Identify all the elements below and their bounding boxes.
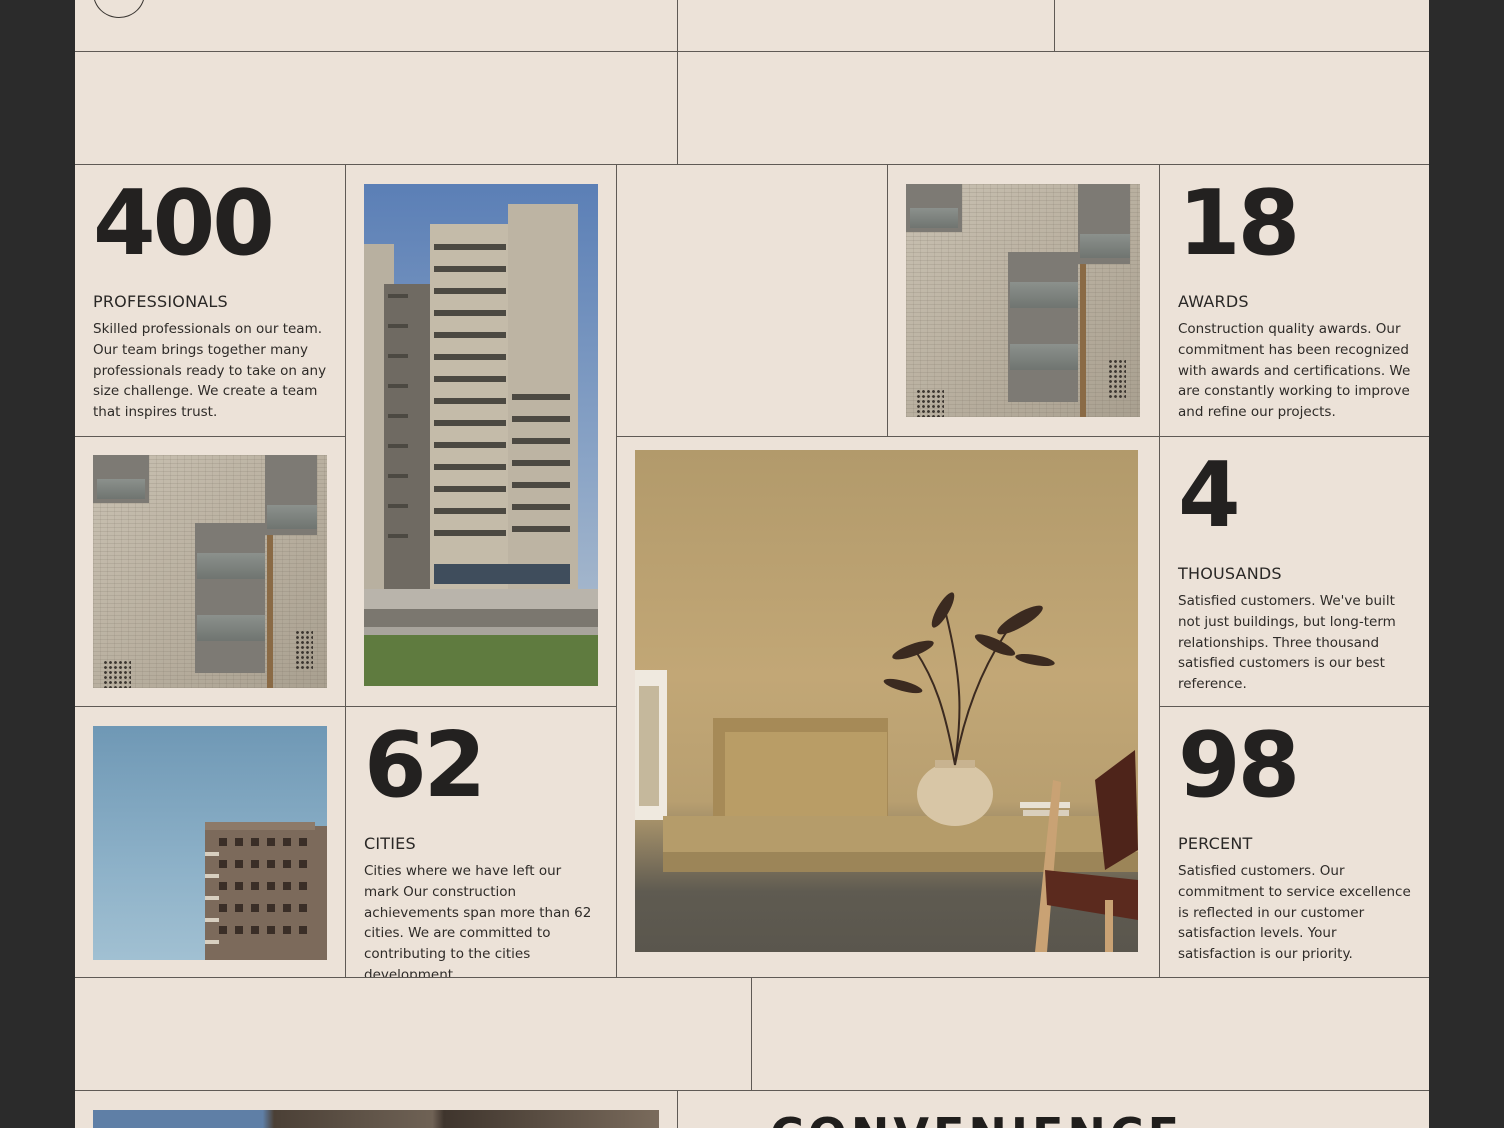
grid-line [887,164,888,436]
balcony [1080,264,1086,417]
grid-line [677,0,678,164]
stat-number: 62 [364,713,486,818]
grid-line [677,1090,678,1128]
stats-page: 400 PROFESSIONALS Skilled professionals … [75,0,1429,1128]
stat-number: 4 [1178,443,1241,548]
stat-number: 18 [1178,171,1300,276]
tower-illustration [364,204,598,686]
balcony [267,505,317,529]
stat-description: Satisfied customers. Our commitment to s… [1178,863,1411,963]
stat-description: Cities where we have left our mark Our c… [364,863,592,977]
stat-label: PROFESSIONALS [93,292,228,311]
stat-description: Skilled professionals on our team. Our t… [93,321,327,421]
brick-pattern [103,660,131,688]
balcony [1008,252,1078,402]
balcony [197,553,265,579]
stat-description: Construction quality awards. Our commitm… [1178,321,1411,421]
skyline-photo [93,726,327,960]
grid-line [616,164,617,977]
stat-professionals: 400 PROFESSIONALS Skilled professionals … [75,165,345,436]
circle-icon[interactable] [93,0,145,18]
facade-photo-top [906,184,1140,417]
balcony [195,523,265,673]
brick-pattern [295,630,313,670]
section-title: CONVENIENCE [770,1108,1183,1128]
balcony [267,535,273,688]
skyline-illustration [205,822,327,960]
grid-line [1054,0,1055,51]
bottom-photo [93,1110,659,1128]
balcony [1080,234,1130,258]
grid-line [75,51,1429,52]
stat-cities: 62 CITIES Cities where we have left our … [346,707,616,978]
interior-illustration [635,592,1138,952]
stat-number: 98 [1178,713,1300,818]
stat-label: PERCENT [1178,834,1253,853]
brick-pattern [916,389,944,417]
stat-label: AWARDS [1178,292,1249,311]
stat-label: CITIES [364,834,416,853]
stat-label: THOUSANDS [1178,564,1282,583]
balcony [1010,282,1078,308]
balcony [910,208,958,228]
brick-pattern [1108,359,1126,399]
grid-line [75,1090,1429,1091]
tower-photo [364,184,598,686]
interior-photo [635,450,1138,952]
stat-description: Satisfied customers. We've built not jus… [1178,593,1396,693]
stat-thousands: 4 THOUSANDS Satisfied customers. We've b… [1160,437,1429,706]
stat-percent: 98 PERCENT Satisfied customers. Our comm… [1160,707,1429,977]
stat-awards: 18 AWARDS Construction quality awards. O… [1160,165,1429,436]
stat-number: 400 [93,171,275,276]
balcony [1010,344,1078,370]
facade-photo-left [93,455,327,688]
grid-line [75,977,1429,978]
grid-line [75,436,346,437]
balcony [97,479,145,499]
grid-line [751,977,752,1090]
balcony [197,615,265,641]
